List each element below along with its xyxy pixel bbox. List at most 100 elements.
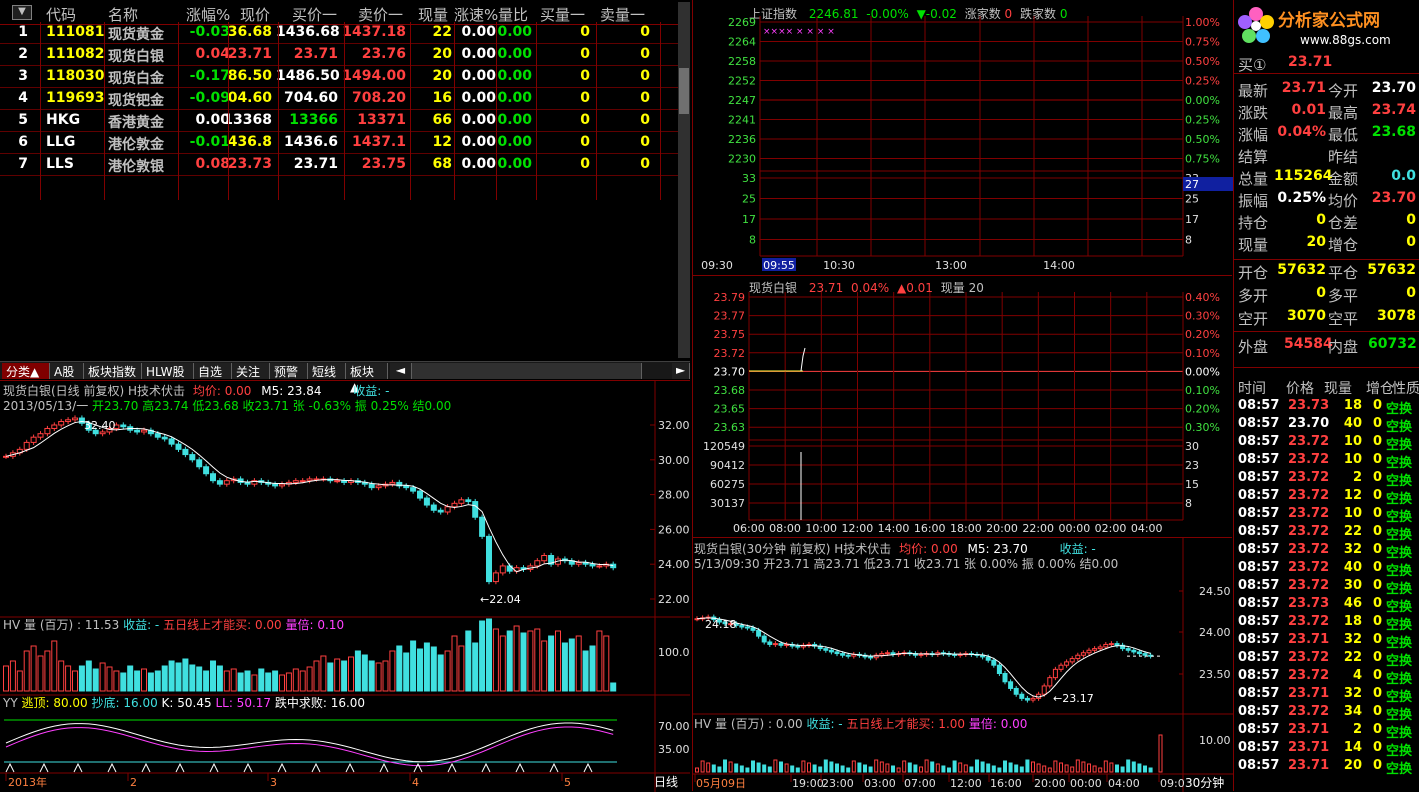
volume-bar	[444, 650, 451, 692]
volume-bar	[868, 766, 873, 773]
trade-row[interactable]: 08:57 23.72 22 0 空换	[1238, 524, 1418, 543]
candle-body	[99, 431, 106, 435]
daily-chart-canvas[interactable]: 32.00 30.00 28.00 26.00 24.00 22.00 32.40 ←22.0…	[0, 381, 690, 792]
volume-bar	[924, 759, 929, 773]
quote-row[interactable]: 1 111081 现货黄金 -0.03 36.68 1436.68 1437.18 22 0.0…	[0, 22, 682, 44]
volume-bar	[555, 630, 561, 692]
quote-row[interactable]: 3 118030 现货白金 -0.17 86.50 1486.50 1494.00 20 0.0…	[0, 66, 682, 88]
trade-row[interactable]: 08:57 23.70 40 0 空换	[1238, 416, 1418, 435]
candle-body	[203, 466, 210, 475]
trade-col-header: 性质	[1392, 381, 1419, 397]
speed: 0.00	[461, 24, 496, 40]
daily-period[interactable]: 日线	[654, 775, 678, 789]
tab-4[interactable]: 自选	[194, 363, 232, 379]
tab-1[interactable]: A股	[50, 363, 84, 379]
category-tabs: 分类▲ A股 板块指数 HLW股 自选 关注 预警 短线 板块▲ ◄ ►	[0, 361, 690, 394]
tab-0[interactable]: 分类▲	[2, 363, 50, 379]
quote-row[interactable]: 7 LLS 港伦敦银 0.08 23.73 23.71 23.75 68 0.00 0.00 0 0	[0, 154, 682, 176]
tab-8[interactable]: 板块▲	[346, 363, 388, 394]
volume-bar	[857, 762, 862, 773]
trade-row[interactable]: 08:57 23.72 12 0 空换	[1238, 488, 1418, 507]
trade-row[interactable]: 08:57 23.71 32 0 空换	[1238, 632, 1418, 651]
trade-row[interactable]: 08:57 23.72 40 0 空换	[1238, 560, 1418, 579]
candle-body	[1008, 681, 1014, 689]
quote-scrollbar-thumb[interactable]	[679, 68, 689, 114]
horizontal-scrollbar[interactable]	[412, 363, 642, 379]
inner-label: 内盘	[1328, 338, 1359, 356]
tab-7[interactable]: 短线	[308, 363, 346, 379]
signal-triangle	[39, 762, 49, 773]
tab-scroll-right-icon[interactable]: ►	[672, 363, 690, 379]
outer-value: 54584	[1284, 336, 1333, 352]
trade-open-interest: 0	[1372, 668, 1382, 683]
ll-line	[5, 726, 614, 767]
trade-row[interactable]: 08:57 23.72 34 0 空换	[1238, 704, 1418, 723]
trade-row[interactable]: 08:57 23.72 10 0 空换	[1238, 506, 1418, 525]
tmin-period[interactable]: 30分钟	[1185, 775, 1224, 790]
tab-5[interactable]: 关注	[232, 363, 270, 379]
candle-body	[767, 641, 773, 645]
silver-y-tick: 23.63	[714, 421, 746, 434]
tab-6[interactable]: 预警	[270, 363, 308, 379]
volume-bar	[561, 642, 568, 692]
tab-3[interactable]: HLW股	[142, 363, 194, 379]
trade-row[interactable]: 08:57 23.71 20 0 空换	[1238, 758, 1418, 777]
silver-x-tick: 00:00	[1059, 522, 1091, 535]
trade-row[interactable]: 08:57 23.72 4 0 空换	[1238, 668, 1418, 687]
stat-value: 23.68	[1371, 124, 1416, 140]
trade-row[interactable]: 08:57 23.73 46 0 空换	[1238, 596, 1418, 615]
volume-bar	[1064, 764, 1069, 773]
trade-list[interactable]: 08:57 23.73 18 0 空换 08:57 23.70 40 0 空换 08:57 23.72…	[1234, 398, 1419, 788]
volume-bar	[548, 635, 555, 692]
volume-bar	[610, 682, 617, 692]
volume-bar	[1087, 763, 1091, 773]
daily-high-mark: 32.40	[84, 419, 116, 432]
trade-row[interactable]: 08:57 23.73 18 0 空换	[1238, 398, 1418, 417]
trade-row[interactable]: 08:57 23.71 2 0 空换	[1238, 722, 1418, 741]
trade-price: 23.72	[1288, 542, 1330, 557]
candle-body	[444, 506, 451, 513]
index-chart-canvas[interactable]: 2269 1.00% 2264 0.75% 2258 0.50% 2252 0.25% 2247…	[693, 0, 1233, 275]
price: 13368	[223, 112, 272, 128]
volume-bar	[1070, 766, 1075, 773]
candle-body	[492, 572, 499, 583]
tab-2[interactable]: 板块指数	[84, 363, 142, 379]
trade-row[interactable]: 08:57 23.72 22 0 空换	[1238, 650, 1418, 669]
table-col-divider	[228, 22, 229, 200]
volume-bar	[72, 670, 78, 692]
quote-row[interactable]: 4 119693 现货钯金 -0.09 04.60 704.60 708.20 16 0.00 0…	[0, 88, 682, 110]
stock-name: 港伦敦金	[108, 137, 164, 153]
sort-dropdown-button[interactable]: ▼	[12, 5, 32, 20]
volume-bar	[958, 762, 963, 773]
quote-row[interactable]: 2 111082 现货白银 0.04 23.71 23.71 23.76 20 0.00 0.00…	[0, 44, 682, 66]
trade-row[interactable]: 08:57 23.72 30 0 空换	[1238, 578, 1418, 597]
tmin-chart-canvas[interactable]: 24.50 24.00 23.50 24.18 ←23.17 HV 量 (百万) : 0.…	[693, 538, 1233, 792]
tab-scroll-left-icon[interactable]: ◄	[390, 363, 412, 379]
quote-row[interactable]: 6 LLG 港伦敦金 -0.01 436.8 1436.6 1437.1 12 0.00 0.00…	[0, 132, 682, 154]
candle-body	[223, 480, 230, 485]
silver-x-tick: 06:00	[733, 522, 765, 535]
trade-row[interactable]: 08:57 23.72 2 0 空换	[1238, 470, 1418, 489]
stat-value: 57632	[1367, 262, 1416, 278]
candle-body	[154, 433, 161, 438]
index-y-tick: 2258	[728, 55, 756, 68]
trade-row[interactable]: 08:57 23.72 32 0 空换	[1238, 542, 1418, 561]
trade-price: 23.72	[1288, 578, 1330, 593]
trade-row[interactable]: 08:57 23.72 18 0 空换	[1238, 614, 1418, 633]
volume-bar	[368, 660, 375, 692]
quote-row[interactable]: 5 HKG 香港黄金 0.00 13368 13366 13371 66 0.00 0.00 0 0	[0, 110, 682, 132]
candle-body	[175, 443, 182, 450]
quote-scrollbar[interactable]	[678, 2, 690, 358]
stat-row: 涨跌 0.01 最高 23.74	[1234, 102, 1419, 124]
silver-vol-tick-right: 8	[1185, 497, 1192, 510]
silver-chart-canvas[interactable]: 23.79 0.40% 23.77 0.30% 23.75 0.20% 23.72 0.10%…	[693, 276, 1233, 538]
trade-row[interactable]: 08:57 23.71 14 0 空换	[1238, 740, 1418, 759]
ask-volume: 0	[640, 112, 650, 128]
silver-y-pct: 0.40%	[1185, 291, 1220, 304]
row-index: 7	[18, 156, 28, 172]
trade-row[interactable]: 08:57 23.72 10 0 空换	[1238, 434, 1418, 453]
stat-row: 空开 3070 空平 3078	[1234, 308, 1419, 331]
trade-row[interactable]: 08:57 23.71 32 0 空换	[1238, 686, 1418, 705]
trade-row[interactable]: 08:57 23.72 10 0 空换	[1238, 452, 1418, 471]
stat-value: 0	[1406, 285, 1416, 301]
